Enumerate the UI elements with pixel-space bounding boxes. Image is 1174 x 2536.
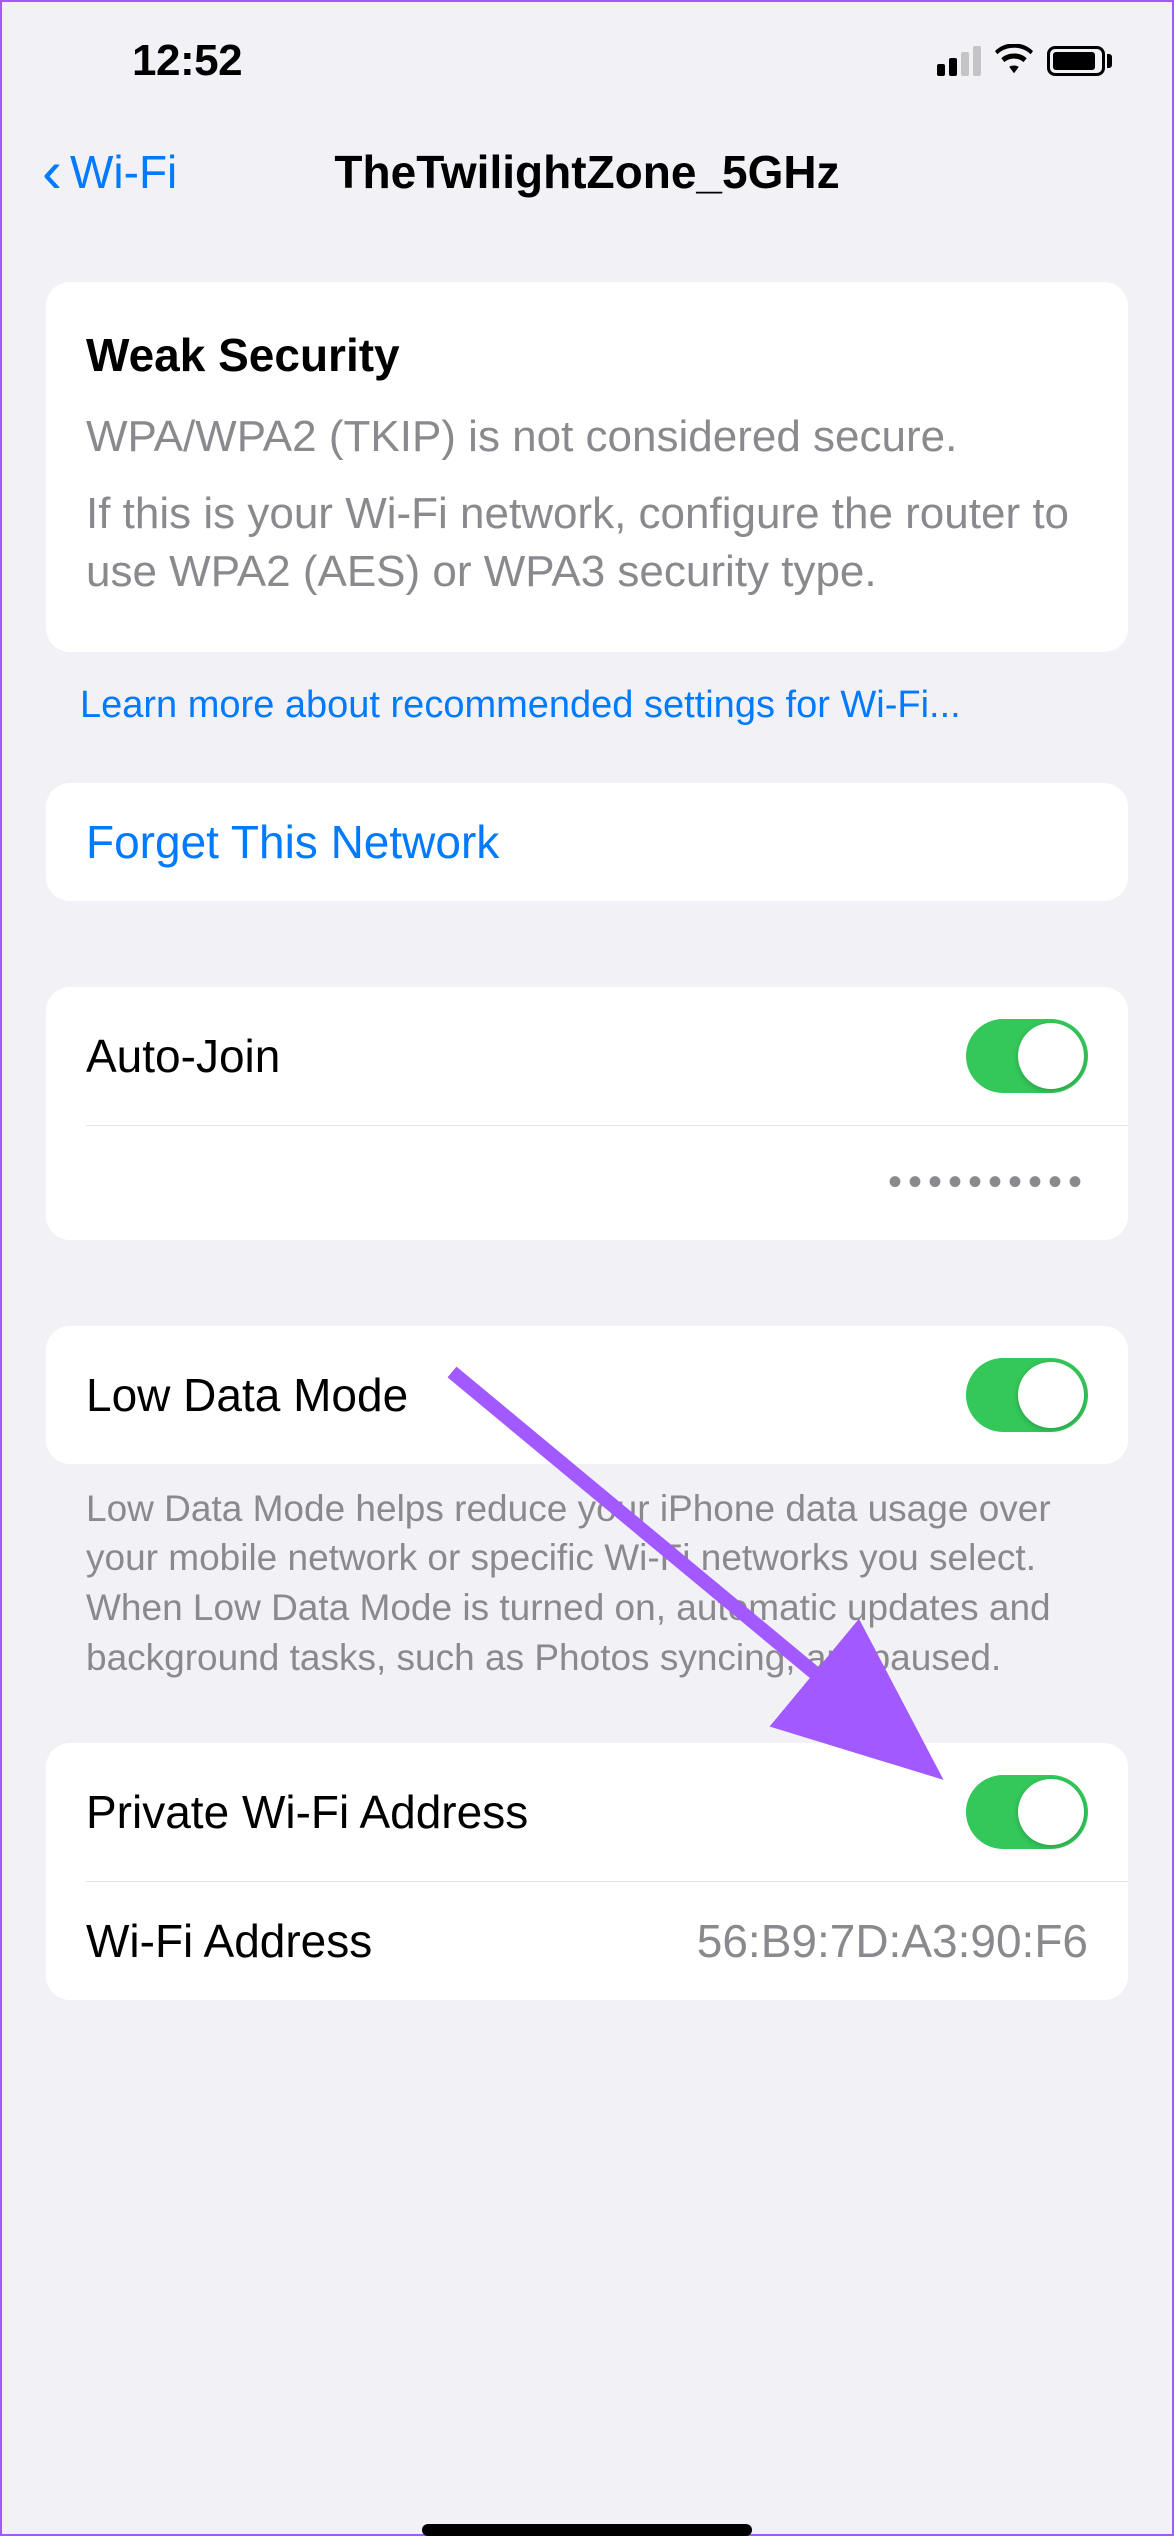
nav-header: ‹ Wi-Fi TheTwilightZone_5GHz — [2, 112, 1172, 252]
security-title: Weak Security — [86, 328, 1088, 382]
low-data-mode-label: Low Data Mode — [86, 1368, 408, 1422]
security-desc-1: WPA/WPA2 (TKIP) is not considered secure… — [86, 408, 1088, 467]
wifi-address-row[interactable]: Wi-Fi Address 56:B9:7D:A3:90:F6 — [46, 1882, 1128, 2000]
connection-settings-card: Auto-Join •••••••••• — [46, 987, 1128, 1240]
low-data-mode-footer: Low Data Mode helps reduce your iPhone d… — [46, 1464, 1128, 1684]
home-indicator[interactable] — [422, 2524, 752, 2536]
password-row[interactable]: •••••••••• — [46, 1126, 1128, 1240]
battery-icon — [1047, 46, 1112, 76]
private-wifi-address-row: Private Wi-Fi Address — [46, 1743, 1128, 1881]
learn-more-link[interactable]: Learn more about recommended settings fo… — [80, 684, 1128, 727]
security-desc-2: If this is your Wi-Fi network, configure… — [86, 485, 1088, 602]
low-data-mode-row: Low Data Mode — [46, 1326, 1128, 1464]
status-bar: 12:52 — [2, 2, 1172, 112]
auto-join-label: Auto-Join — [86, 1029, 280, 1083]
cellular-signal-icon — [937, 46, 981, 76]
password-value: •••••••••• — [888, 1160, 1088, 1205]
wifi-address-value: 56:B9:7D:A3:90:F6 — [697, 1914, 1088, 1968]
private-wifi-address-toggle[interactable] — [966, 1775, 1088, 1849]
auto-join-row: Auto-Join — [46, 987, 1128, 1125]
page-title: TheTwilightZone_5GHz — [334, 145, 839, 199]
auto-join-toggle[interactable] — [966, 1019, 1088, 1093]
back-label: Wi-Fi — [70, 145, 177, 199]
weak-security-card: Weak Security WPA/WPA2 (TKIP) is not con… — [46, 282, 1128, 652]
wifi-icon — [995, 44, 1033, 79]
chevron-left-icon: ‹ — [42, 142, 62, 202]
forget-network-label: Forget This Network — [86, 815, 499, 869]
private-wifi-address-label: Private Wi-Fi Address — [86, 1785, 528, 1839]
forget-network-card: Forget This Network — [46, 783, 1128, 901]
low-data-mode-toggle[interactable] — [966, 1358, 1088, 1432]
wifi-address-label: Wi-Fi Address — [86, 1914, 372, 1968]
back-button[interactable]: ‹ Wi-Fi — [42, 142, 177, 202]
private-address-card: Private Wi-Fi Address Wi-Fi Address 56:B… — [46, 1743, 1128, 2000]
low-data-mode-card: Low Data Mode — [46, 1326, 1128, 1464]
forget-network-button[interactable]: Forget This Network — [46, 783, 1128, 901]
status-icons — [937, 44, 1112, 79]
status-time: 12:52 — [132, 36, 242, 86]
